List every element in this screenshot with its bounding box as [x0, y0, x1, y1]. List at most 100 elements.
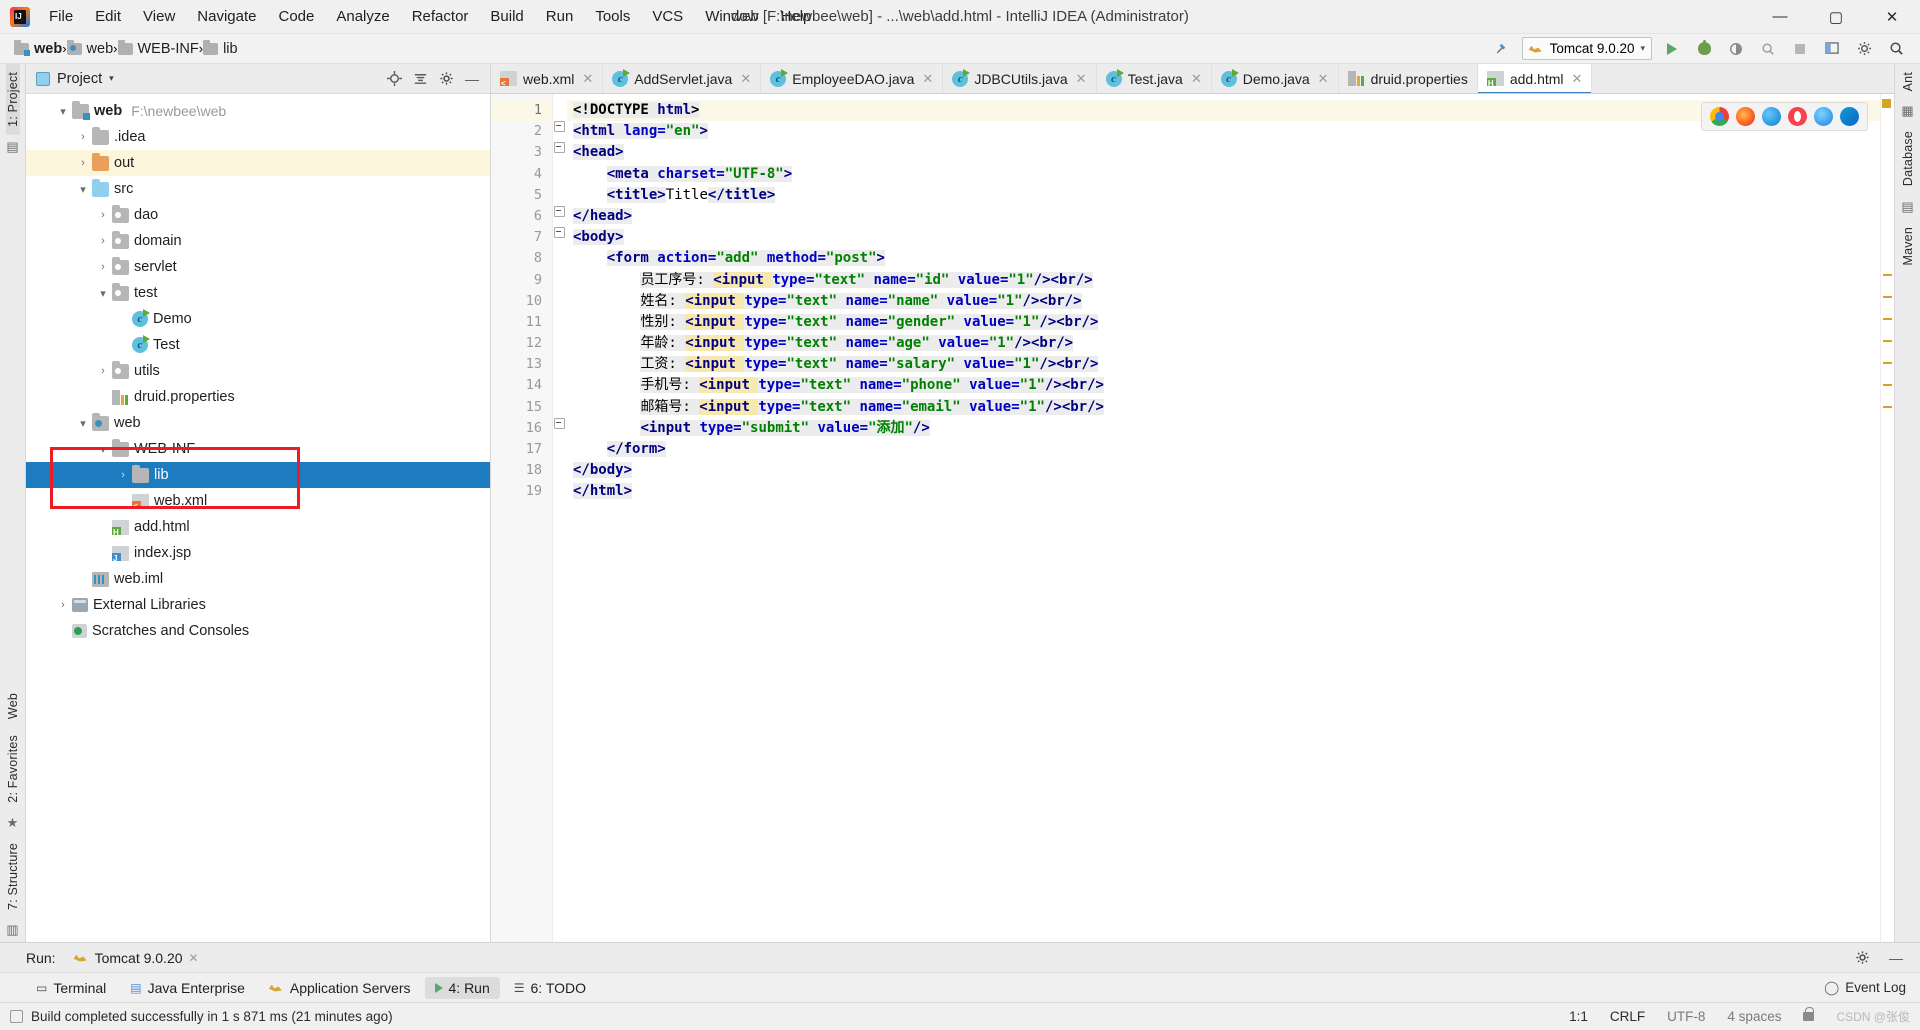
close-icon[interactable]: ✕: [740, 71, 751, 87]
tool-button-java-enterprise[interactable]: ▤ Java Enterprise: [120, 977, 255, 999]
code-line[interactable]: <form action="add" method="post">: [567, 248, 1880, 269]
expand-toggle-icon[interactable]: ▾: [74, 417, 92, 430]
chevron-down-icon[interactable]: ▾: [109, 73, 114, 84]
expand-toggle-icon[interactable]: ▾: [94, 443, 112, 456]
minimize-button[interactable]: —: [1752, 0, 1808, 33]
tree-item-external-libraries[interactable]: › External Libraries: [26, 592, 490, 618]
tree-item-idea[interactable]: › .idea: [26, 124, 490, 150]
code-line[interactable]: 员工序号: <input type="text" name="id" value…: [567, 270, 1880, 291]
expand-toggle-icon[interactable]: ›: [94, 209, 112, 221]
hide-panel-icon[interactable]: —: [1884, 946, 1908, 970]
code-line[interactable]: <!DOCTYPE html>: [567, 100, 1880, 122]
code-folding-column[interactable]: [553, 94, 567, 942]
close-icon[interactable]: ✕: [1076, 71, 1087, 87]
editor-tab-add-html[interactable]: add.html ✕: [1477, 64, 1593, 93]
expand-toggle-icon[interactable]: ›: [74, 157, 92, 169]
run-button[interactable]: [1660, 37, 1684, 61]
code-line[interactable]: <html lang="en">: [567, 121, 1880, 142]
breadcrumb-item-lib[interactable]: lib: [203, 39, 238, 57]
code-line[interactable]: </body>: [567, 460, 1880, 481]
ant-icon[interactable]: ▦: [1901, 103, 1913, 119]
star-icon[interactable]: ★: [7, 815, 19, 831]
editor-tab-addservlet[interactable]: c AddServlet.java ✕: [603, 64, 762, 93]
menu-build[interactable]: Build: [479, 4, 534, 29]
tree-item-dao[interactable]: › dao: [26, 202, 490, 228]
expand-toggle-icon[interactable]: ▾: [94, 287, 112, 300]
edge-legacy-icon[interactable]: [1762, 107, 1781, 126]
tree-item-test-class[interactable]: c Test: [26, 332, 490, 358]
editor-tab-test[interactable]: c Test.java ✕: [1096, 64, 1212, 93]
tree-item-demo[interactable]: c Demo: [26, 306, 490, 332]
run-with-coverage-button[interactable]: [1724, 37, 1748, 61]
close-button[interactable]: ✕: [1864, 0, 1920, 33]
layout-small-icon[interactable]: ▥: [6, 922, 18, 938]
stop-button[interactable]: [1788, 37, 1812, 61]
editor-tab-employeedao[interactable]: c EmployeeDAO.java ✕: [761, 64, 944, 93]
safari-icon[interactable]: [1814, 107, 1833, 126]
code-line[interactable]: 性别: <input type="text" name="gender" val…: [567, 312, 1880, 333]
close-icon[interactable]: ✕: [1318, 71, 1329, 87]
menu-analyze[interactable]: Analyze: [325, 4, 400, 29]
expand-toggle-icon[interactable]: ▾: [74, 183, 92, 196]
edge-icon[interactable]: [1840, 107, 1859, 126]
menu-tools[interactable]: Tools: [584, 4, 641, 29]
fold-toggle-icon[interactable]: [554, 206, 565, 217]
gear-icon[interactable]: [434, 67, 458, 91]
expand-toggle-icon[interactable]: ›: [54, 599, 72, 611]
fold-toggle-icon[interactable]: [554, 227, 565, 238]
tree-item-index-jsp[interactable]: index.jsp: [26, 540, 490, 566]
menu-refactor[interactable]: Refactor: [401, 4, 480, 29]
debug-button[interactable]: [1692, 37, 1716, 61]
code-line[interactable]: 姓名: <input type="text" name="name" value…: [567, 291, 1880, 312]
code-line[interactable]: <title>Title</title>: [567, 185, 1880, 206]
caret-position[interactable]: 1:1: [1569, 1009, 1588, 1024]
tool-window-button-structure[interactable]: 7: Structure: [6, 835, 20, 918]
menu-run[interactable]: Run: [535, 4, 585, 29]
code-line[interactable]: 邮箱号: <input type="text" name="email" val…: [567, 397, 1880, 418]
menu-vcs[interactable]: VCS: [641, 4, 694, 29]
project-tree[interactable]: ▾ web F:\newbee\web › .idea › out ▾ src …: [26, 94, 490, 942]
line-separator[interactable]: CRLF: [1610, 1009, 1645, 1024]
expand-toggle-icon[interactable]: ›: [74, 131, 92, 143]
menu-file[interactable]: File: [38, 4, 84, 29]
tool-window-button-favorites[interactable]: 2: Favorites: [6, 727, 20, 811]
editor-tab-web-xml[interactable]: web.xml ✕: [491, 64, 604, 93]
structure-small-icon[interactable]: ▤: [6, 139, 18, 155]
tool-button-terminal[interactable]: ▭ Terminal: [26, 977, 116, 999]
build-hammer-icon[interactable]: [1490, 37, 1514, 61]
editor-tab-jdbcutils[interactable]: c JDBCUtils.java ✕: [943, 64, 1097, 93]
database-icon[interactable]: ▤: [1901, 199, 1913, 215]
menu-view[interactable]: View: [132, 4, 186, 29]
menu-window[interactable]: Window: [694, 4, 769, 29]
file-encoding[interactable]: UTF-8: [1667, 1009, 1705, 1024]
hide-panel-icon[interactable]: —: [460, 67, 484, 91]
breadcrumb-item-web-module[interactable]: web: [14, 39, 62, 57]
fold-toggle-icon[interactable]: [554, 121, 565, 132]
close-icon[interactable]: ✕: [1572, 71, 1583, 87]
expand-toggle-icon[interactable]: ›: [94, 261, 112, 273]
menu-help[interactable]: Help: [770, 4, 823, 29]
profile-button[interactable]: [1756, 37, 1780, 61]
run-tab-tomcat[interactable]: Tomcat 9.0.20 ✕: [74, 950, 199, 966]
chrome-icon[interactable]: [1710, 107, 1729, 126]
fold-toggle-icon[interactable]: [554, 418, 565, 429]
menu-navigate[interactable]: Navigate: [186, 4, 267, 29]
close-icon[interactable]: ✕: [189, 951, 199, 965]
tree-item-web-module[interactable]: ▾ web F:\newbee\web: [26, 98, 490, 124]
menu-edit[interactable]: Edit: [84, 4, 132, 29]
tree-item-lib[interactable]: › lib: [26, 462, 490, 488]
tree-item-src[interactable]: ▾ src: [26, 176, 490, 202]
error-stripe-markers[interactable]: [1880, 94, 1894, 942]
event-log-button[interactable]: ◯ Event Log: [1824, 980, 1906, 996]
tree-item-domain[interactable]: › domain: [26, 228, 490, 254]
opera-icon[interactable]: [1788, 107, 1807, 126]
tool-button-run[interactable]: 4: Run: [424, 976, 500, 999]
code-line[interactable]: <body>: [567, 227, 1880, 248]
tree-item-druid-properties[interactable]: druid.properties: [26, 384, 490, 410]
firefox-icon[interactable]: [1736, 107, 1755, 126]
tree-item-out[interactable]: › out: [26, 150, 490, 176]
fold-toggle-icon[interactable]: [554, 142, 565, 153]
expand-toggle-icon[interactable]: ›: [94, 365, 112, 377]
code-line[interactable]: 年龄: <input type="text" name="age" value=…: [567, 333, 1880, 354]
tree-item-servlet[interactable]: › servlet: [26, 254, 490, 280]
